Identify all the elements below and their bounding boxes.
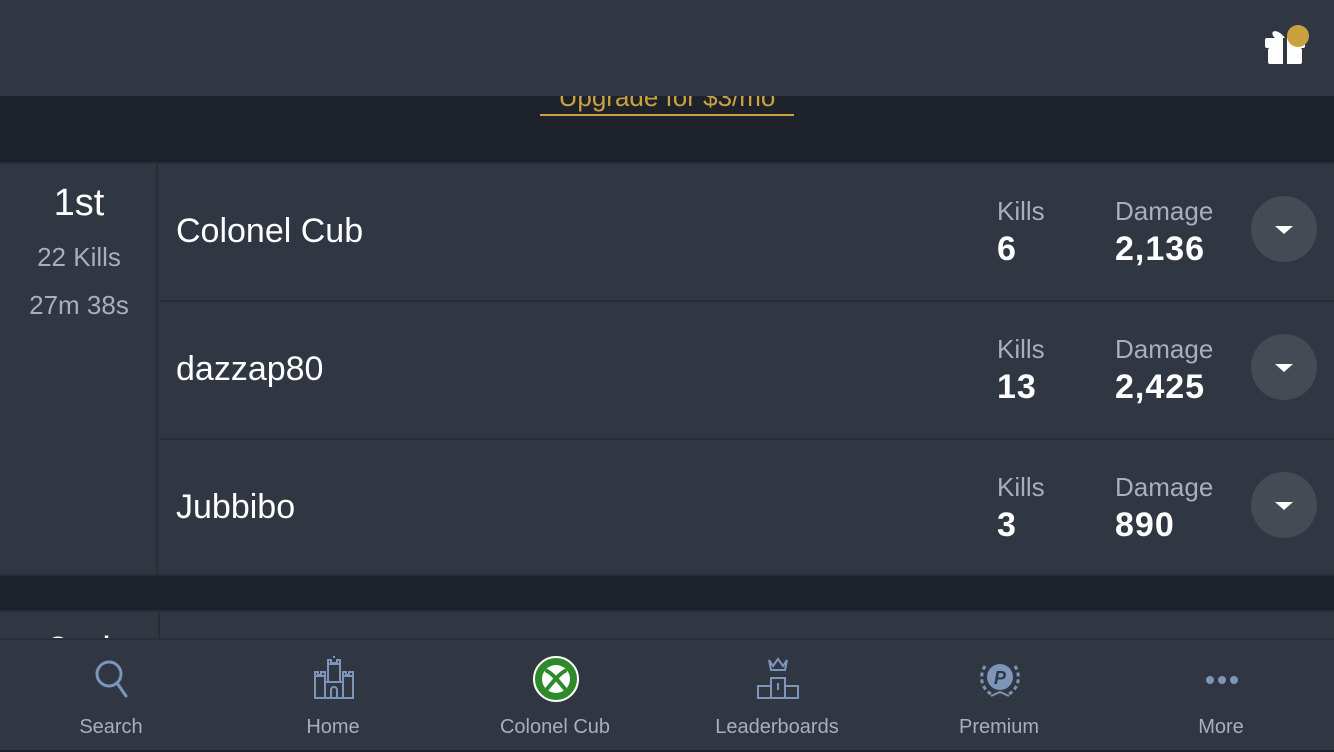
nav-label: Search: [79, 716, 143, 738]
kills-label: Kills: [997, 334, 1045, 364]
expand-button[interactable]: [1251, 196, 1317, 262]
player-name: dazzap80: [176, 350, 324, 388]
upgrade-strip: Upgrade for $3/mo: [0, 96, 1334, 162]
more-icon: [1206, 676, 1238, 684]
team-card: 1st 22 Kills 27m 38s Colonel Cub Kills 6…: [0, 162, 1334, 576]
expand-button[interactable]: [1251, 472, 1317, 538]
nav-item-premium[interactable]: P Premium: [888, 640, 1110, 752]
player-row[interactable]: Jubbibo Kills 3 Damage 890: [160, 440, 1334, 578]
nav-label: More: [1198, 716, 1244, 738]
nav-label: Premium: [958, 716, 1039, 738]
nav-item-home[interactable]: Home: [222, 640, 444, 752]
nav-item-leaderboards[interactable]: Leaderboards: [666, 640, 888, 752]
damage-label: Damage: [1115, 196, 1214, 226]
nav-item-search[interactable]: Search: [0, 640, 222, 752]
team-rank: 1st: [53, 182, 105, 224]
search-icon: [95, 660, 128, 698]
nav-item-more[interactable]: More: [1110, 640, 1332, 752]
player-name: Jubbibo: [176, 488, 296, 526]
nav-label: Leaderboards: [715, 716, 839, 738]
upgrade-link[interactable]: Upgrade for $3/mo: [540, 96, 794, 116]
gift-icon[interactable]: [1262, 24, 1312, 68]
team-kills: 22 Kills: [37, 242, 121, 272]
kills-label: Kills: [997, 472, 1045, 502]
kills-label: Kills: [997, 196, 1045, 226]
nav-label: Home: [306, 716, 360, 738]
nav-item-profile[interactable]: Colonel Cub: [444, 640, 666, 752]
castle-icon: [314, 656, 354, 699]
chevron-down-icon: [1275, 364, 1293, 372]
player-row[interactable]: dazzap80 Kills 13 Damage 2,425: [160, 302, 1334, 440]
damage-value: 890: [1115, 506, 1175, 544]
team-summary: 1st 22 Kills 27m 38s: [0, 164, 158, 576]
top-bar: [0, 0, 1334, 96]
nav-label: Colonel Cub: [499, 716, 611, 738]
kills-value: 6: [997, 230, 1017, 268]
xbox-icon: [533, 656, 579, 702]
damage-label: Damage: [1115, 334, 1214, 364]
podium-icon: [757, 657, 799, 699]
chevron-down-icon: [1275, 502, 1293, 510]
damage-label: Damage: [1115, 472, 1214, 502]
svg-text:P: P: [994, 668, 1007, 688]
player-row[interactable]: Colonel Cub Kills 6 Damage 2,136: [160, 164, 1334, 302]
kills-value: 3: [997, 506, 1017, 544]
bottom-nav: Search Home Colonel Cub Leaderboards P P…: [0, 638, 1334, 750]
damage-value: 2,425: [1115, 368, 1206, 406]
expand-button[interactable]: [1251, 334, 1317, 400]
player-name: Colonel Cub: [176, 212, 364, 250]
premium-icon: P: [980, 664, 1020, 697]
kills-value: 13: [997, 368, 1037, 406]
chevron-down-icon: [1275, 226, 1293, 234]
team-time: 27m 38s: [29, 290, 129, 320]
damage-value: 2,136: [1115, 230, 1206, 268]
